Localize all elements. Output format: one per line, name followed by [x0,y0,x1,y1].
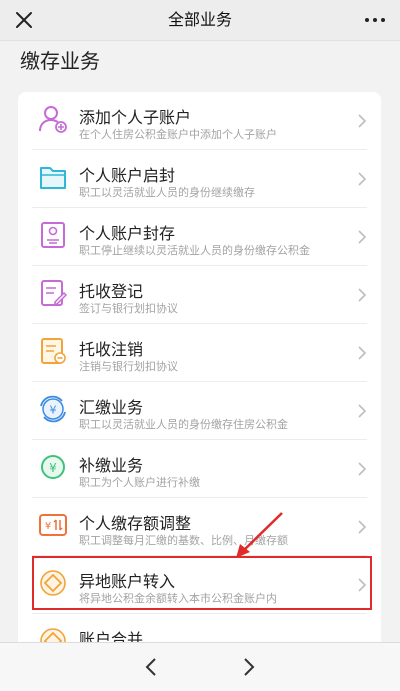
chevron-right-icon [358,404,367,418]
chevron-right-icon [358,520,367,534]
amount-adjust-icon: ¥ [39,514,67,536]
chevron-right-icon [358,288,367,302]
item-label: 个人账户封存 [79,224,176,243]
list-item-collection-register[interactable]: 托收登记 签订与银行划扣协议 [18,266,381,324]
section-title: 缴存业务 [20,49,100,73]
chevron-right-icon [358,578,367,592]
list-item-remote-transfer-in[interactable]: 异地账户转入 将异地公积金余额转入本市公积金账户内 [18,556,381,614]
page-title: 全部业务 [167,10,232,29]
svg-text:¥: ¥ [45,521,51,532]
svg-text:¥: ¥ [49,461,57,475]
item-label: 补缴业务 [79,456,144,475]
list-item-supplementary-payment[interactable]: ¥ 补缴业务 职工为个人账户进行补缴 [18,440,381,498]
list-item-collection-cancel[interactable]: 托收注销 注销与银行划扣协议 [18,324,381,382]
item-label: 汇缴业务 [79,398,144,417]
item-desc: 注销与银行划扣协议 [79,360,178,373]
item-desc: 职工以灵活就业人员的身份继续缴存 [79,186,255,199]
yuan-coin-icon: ¥ [41,455,65,479]
yuan-cycle-icon: ¥ [40,395,66,423]
chevron-right-icon [358,230,367,244]
svg-text:¥: ¥ [50,404,57,417]
document-cancel-icon [41,338,66,364]
chevron-right-icon [358,114,367,128]
item-desc: 职工以灵活就业人员的身份缴存住房公积金 [79,418,288,431]
list-item-account-seal[interactable]: 个人账户封存 职工停止继续以灵活就业人员的身份缴存公积金 [18,208,381,266]
list-item-account-unseal[interactable]: 个人账户启封 职工以灵活就业人员的身份继续缴存 [18,150,381,208]
item-desc: 职工停止继续以灵活就业人员的身份缴存公积金 [79,244,310,257]
item-label: 异地账户转入 [79,572,176,591]
document-edit-icon [41,280,68,306]
business-list: 添加个人子账户 在个人住房公积金账户中添加个人子账户 个人账户启封 职工以灵活就… [18,92,381,652]
chevron-right-icon [358,346,367,360]
account-seal-icon [41,222,65,248]
list-item-contribution-adjust[interactable]: ¥ 个人缴存额调整 职工调整每月汇缴的基数、比例、月缴存额 [18,498,381,556]
transfer-in-icon [40,570,66,596]
person-add-icon [39,106,67,133]
chevron-right-nav-icon[interactable] [241,657,257,677]
item-desc: 签订与银行划扣协议 [79,302,178,315]
item-label: 添加个人子账户 [79,108,192,127]
chevron-left-icon[interactable] [143,657,159,677]
chevron-right-icon [358,462,367,476]
item-desc: 在个人住房公积金账户中添加个人子账户 [79,128,277,141]
chevron-right-icon [358,172,367,186]
item-label: 个人账户启封 [79,166,176,185]
item-desc: 将异地公积金余额转入本市公积金账户内 [79,592,277,605]
bottom-nav-bar [0,642,400,691]
list-item-add-subaccount[interactable]: 添加个人子账户 在个人住房公积金账户中添加个人子账户 [18,92,381,150]
more-icon[interactable] [364,10,386,30]
item-label: 托收登记 [79,282,144,301]
item-label: 个人缴存额调整 [79,514,192,533]
item-label: 托收注销 [79,340,144,359]
annotation-arrow [236,512,283,558]
list-item-remittance[interactable]: ¥ 汇缴业务 职工以灵活就业人员的身份缴存住房公积金 [18,382,381,440]
folder-open-icon [40,167,66,189]
top-bar: 全部业务 [0,0,400,41]
item-desc: 职工为个人账户进行补缴 [79,476,200,489]
